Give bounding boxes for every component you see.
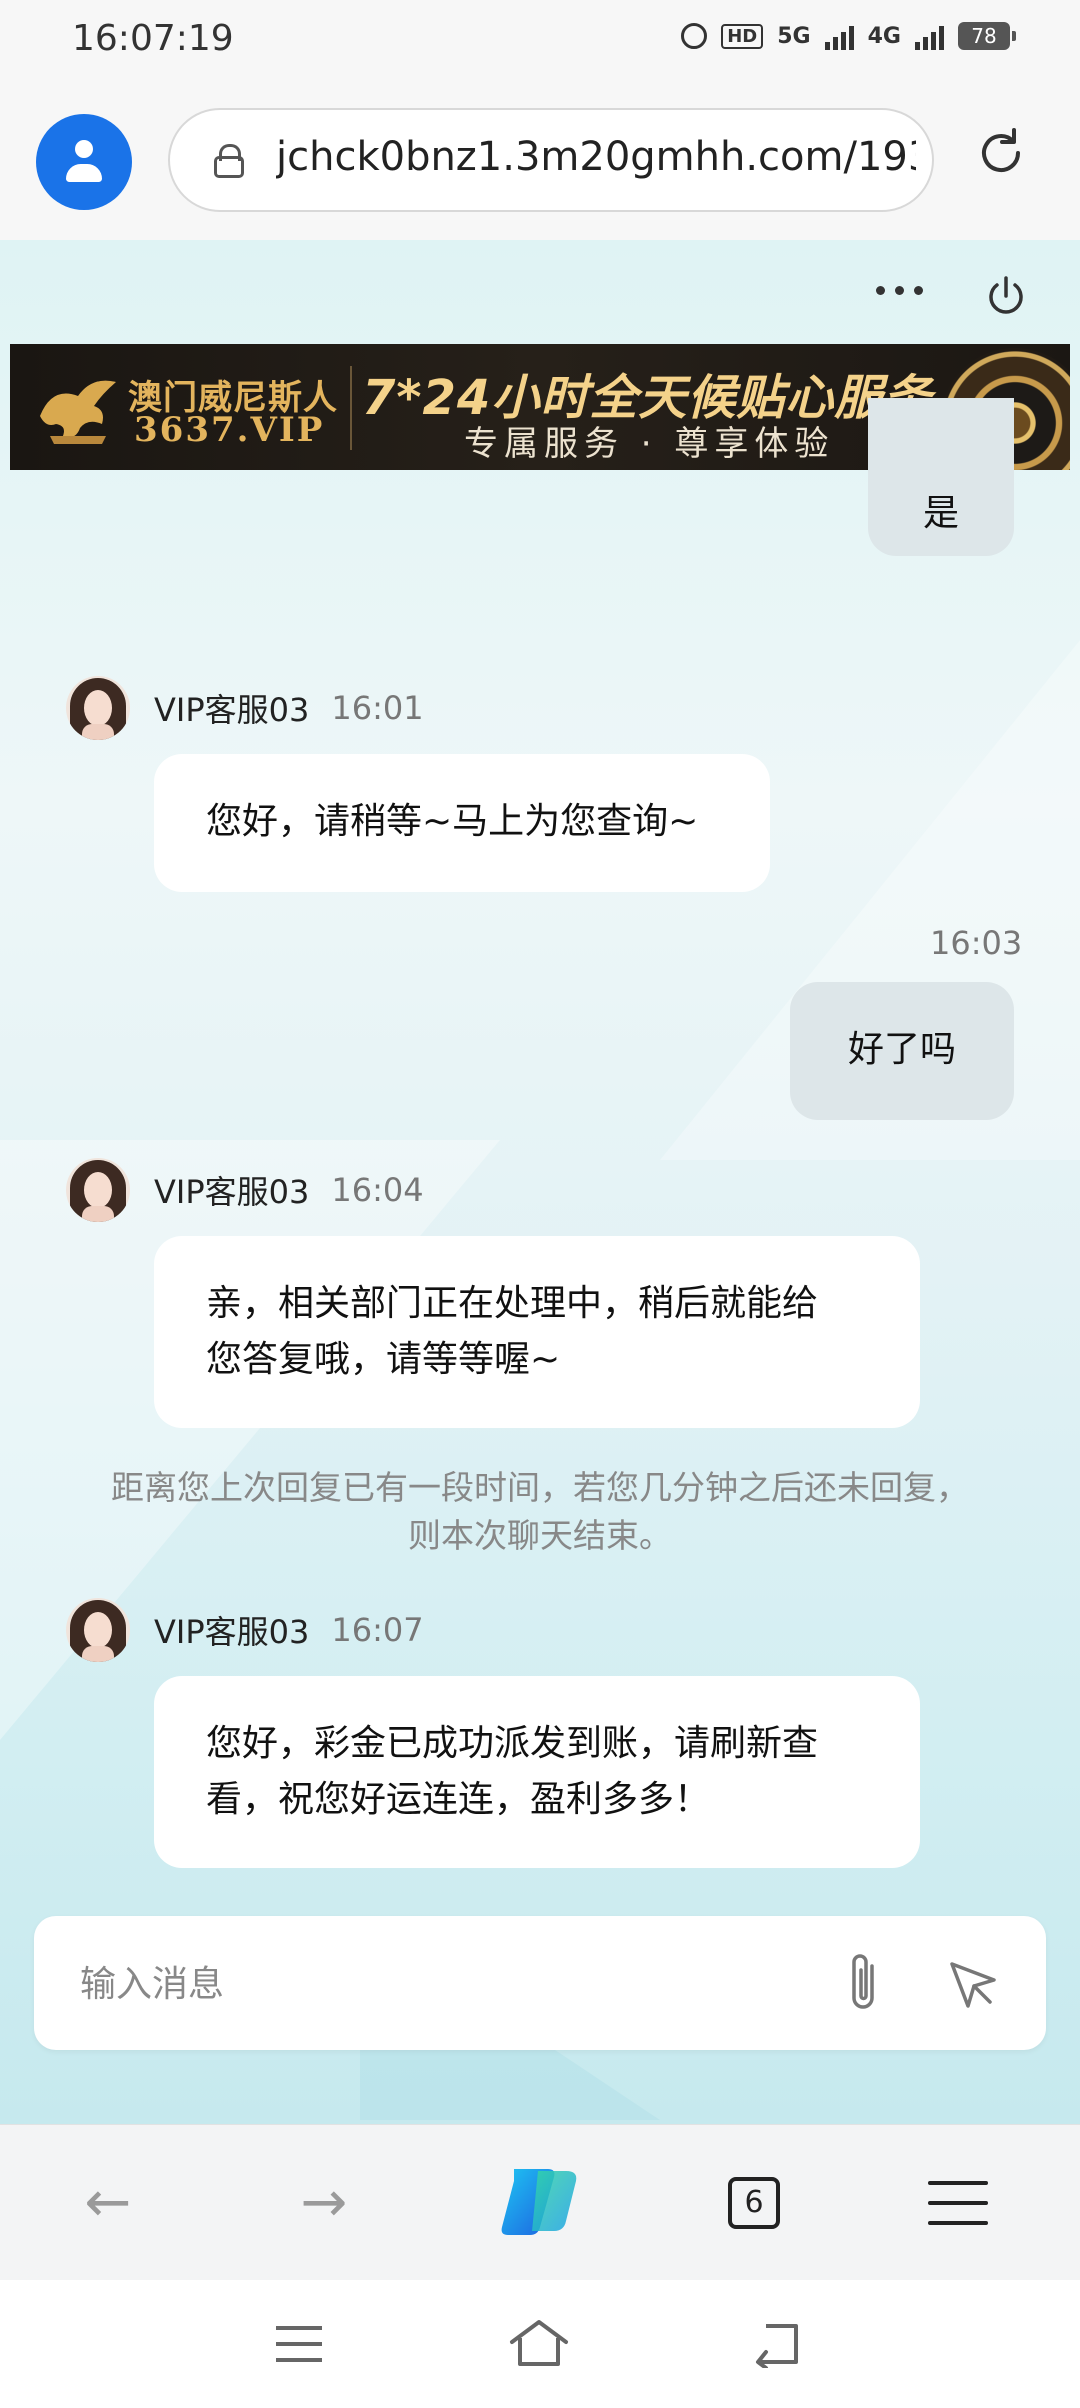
lock-icon xyxy=(214,144,244,178)
system-navigation-bar xyxy=(0,2280,1080,2408)
power-icon[interactable] xyxy=(984,274,1028,318)
system-notice: 距离您上次回复已有一段时间，若您几分钟之后还未回复， 则本次聊天结束。 xyxy=(60,1464,1020,1560)
message-text-line: 看，祝您好运连连，盈利多多！ xyxy=(206,1779,711,1820)
chat-messages: 是 VIP客服03 16:01 您好，请稍等~马上为您查询~ 16:03 好了吗… xyxy=(0,398,1080,1910)
attachment-icon[interactable] xyxy=(842,1950,886,2016)
message-time: 16:01 xyxy=(331,689,424,727)
agent-message-bubble: 您好，彩金已成功派发到账，请刷新查 看，祝您好运连连，盈利多多！ xyxy=(154,1676,920,1868)
status-bar: 16:07:19 HD 5G 4G 78 xyxy=(0,0,1080,86)
status-icons: HD 5G 4G 78 xyxy=(681,22,1016,50)
brand-domain: 3637.VIP xyxy=(134,410,325,450)
agent-message-bubble: 您好，请稍等~马上为您查询~ xyxy=(154,754,770,892)
message-time: 16:04 xyxy=(331,1171,424,1209)
tabs-button[interactable]: 6 xyxy=(728,2177,780,2229)
forward-arrow-icon[interactable]: → xyxy=(284,2163,364,2243)
status-time: 16:07:19 xyxy=(72,18,234,59)
signal-5g-icon xyxy=(824,22,854,50)
system-notice-line: 则本次聊天结束。 xyxy=(408,1516,672,1555)
system-notice-line: 距离您上次回复已有一段时间，若您几分钟之后还未回复， xyxy=(111,1468,969,1507)
agent-name: VIP客服03 xyxy=(154,1173,310,1211)
browser-toolbar: ← → 6 xyxy=(0,2124,1080,2281)
tab-count: 6 xyxy=(744,2185,764,2220)
agent-header: VIP客服03 16:07 xyxy=(66,1598,424,1662)
user-icon-head xyxy=(75,140,93,158)
message-text-line: 亲，相关部门正在处理中，稍后就能给 xyxy=(206,1283,819,1324)
hd-icon: HD xyxy=(721,23,764,49)
back-arrow-icon[interactable]: ← xyxy=(68,2163,148,2243)
alarm-icon xyxy=(681,23,708,49)
message-text-line: 您答复哦，请等等喔~ xyxy=(206,1339,561,1380)
message-composer xyxy=(34,1916,1046,2050)
agent-name: VIP客服03 xyxy=(154,691,310,729)
chat-page: 澳门威尼斯人 3637.VIP 7*24小时全天候贴心服务 专属服务 · 尊享体… xyxy=(0,240,1080,2124)
banner-divider xyxy=(350,366,352,450)
battery-level: 78 xyxy=(971,24,997,48)
profile-avatar-button[interactable] xyxy=(36,114,132,210)
page-actions xyxy=(0,240,1080,344)
network-4g-label: 4G xyxy=(867,23,901,49)
more-options-icon[interactable] xyxy=(876,286,923,295)
agent-avatar xyxy=(66,1598,130,1662)
reload-icon[interactable] xyxy=(974,126,1028,180)
banner-subline: 专属服务 · 尊享体验 xyxy=(464,424,835,464)
send-icon[interactable] xyxy=(946,1958,1000,2012)
copilot-icon[interactable] xyxy=(494,2155,586,2247)
url-text[interactable]: jchck0bnz1.3m20gmhh.com/1939 xyxy=(276,134,916,180)
message-text: 好了吗 xyxy=(847,1029,956,1070)
my-message-bubble: 是 xyxy=(868,398,1014,556)
my-message-time: 16:03 xyxy=(930,924,1023,962)
network-5g-label: 5G xyxy=(777,23,811,49)
message-input[interactable] xyxy=(78,1952,842,2016)
signal-4g-icon xyxy=(915,22,944,50)
agent-message-bubble: 亲，相关部门正在处理中，稍后就能给 您答复哦，请等等喔~ xyxy=(154,1236,920,1428)
message-text: 是 xyxy=(922,493,959,534)
message-time: 16:07 xyxy=(331,1611,424,1649)
menu-icon[interactable] xyxy=(928,2181,988,2225)
agent-header: VIP客服03 16:01 xyxy=(66,676,424,740)
recent-apps-icon[interactable] xyxy=(276,2326,322,2362)
my-message-bubble: 好了吗 xyxy=(790,982,1014,1120)
browser-address-bar: jchck0bnz1.3m20gmhh.com/1939 xyxy=(0,86,1080,240)
agent-avatar xyxy=(66,1158,130,1222)
winged-lion-logo xyxy=(40,380,116,444)
back-icon[interactable] xyxy=(752,2320,804,2368)
message-text: 您好，请稍等~马上为您查询~ xyxy=(206,801,699,842)
agent-name: VIP客服03 xyxy=(154,1613,310,1651)
user-icon-body xyxy=(66,164,102,182)
message-text-line: 您好，彩金已成功派发到账，请刷新查 xyxy=(206,1723,819,1764)
agent-header: VIP客服03 16:04 xyxy=(66,1158,424,1222)
home-icon[interactable] xyxy=(508,2318,570,2370)
url-field[interactable]: jchck0bnz1.3m20gmhh.com/1939 xyxy=(168,108,934,212)
agent-avatar xyxy=(66,676,130,740)
battery-icon: 78 xyxy=(958,22,1016,50)
